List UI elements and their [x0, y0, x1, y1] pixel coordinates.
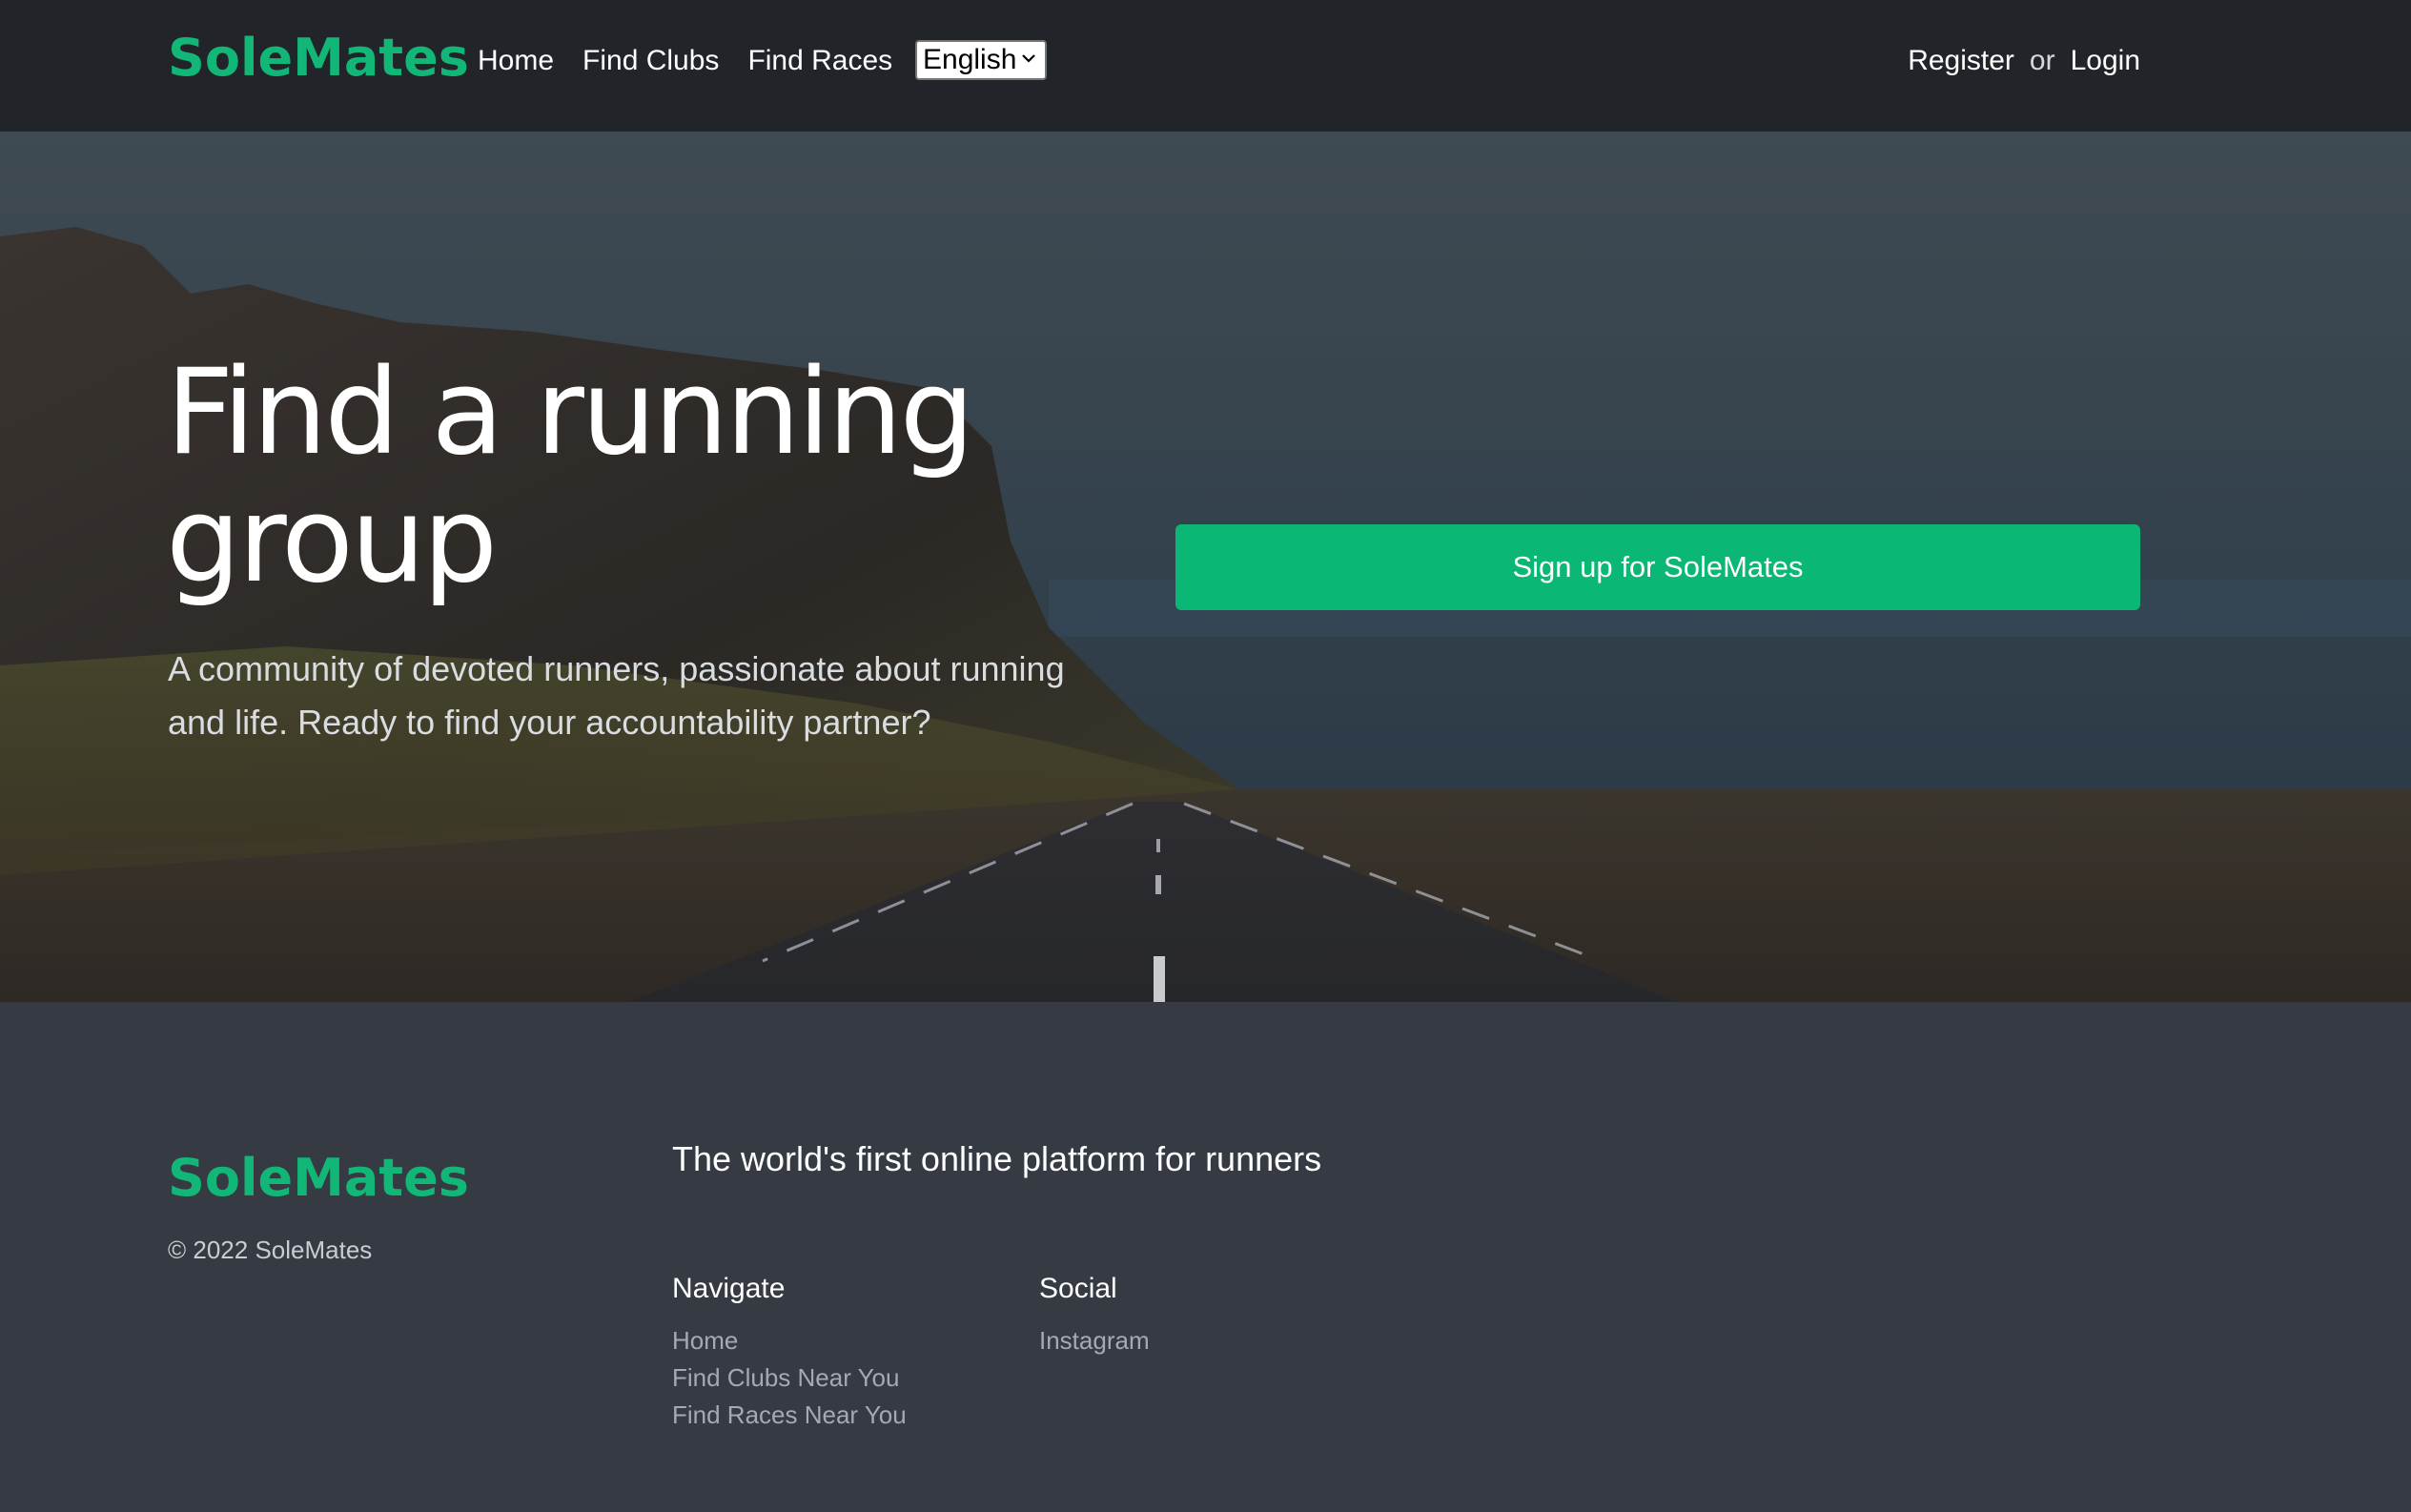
hero-subtitle: A community of devoted runners, passiona… — [168, 649, 1065, 742]
page-footer: SoleMates © 2022 SoleMates The world's f… — [0, 1002, 2411, 1512]
footer-social-column: Social Instagram — [1039, 1267, 1150, 1359]
nav-find-clubs-link[interactable]: Find Clubs — [582, 38, 719, 84]
nav-home-link[interactable]: Home — [478, 38, 554, 84]
nav-find-races-link[interactable]: Find Races — [747, 38, 892, 84]
footer-find-races-link[interactable]: Find Races Near You — [672, 1397, 907, 1434]
footer-brand-logo[interactable]: SoleMates — [168, 1147, 469, 1210]
main-nav: Home Find Clubs Find Races — [478, 38, 921, 84]
copyright-text: © 2022 SoleMates — [168, 1236, 373, 1264]
brand-logo[interactable]: SoleMates — [168, 27, 469, 90]
auth-separator: or — [2029, 45, 2055, 76]
footer-navigate-column: Navigate Home Find Clubs Near You Find R… — [672, 1267, 907, 1434]
footer-find-clubs-link[interactable]: Find Clubs Near You — [672, 1359, 907, 1397]
hero-section: Find a running group A community of devo… — [0, 132, 2411, 1002]
hero-title: Find a running group — [166, 344, 974, 609]
language-select-value: English — [923, 44, 1017, 75]
footer-navigate-heading: Navigate — [672, 1273, 786, 1304]
footer-instagram-link[interactable]: Instagram — [1039, 1322, 1150, 1359]
auth-links: Register or Login — [1908, 38, 2140, 84]
footer-social-heading: Social — [1039, 1273, 1117, 1304]
chevron-down-icon — [1022, 54, 1035, 63]
footer-home-link[interactable]: Home — [672, 1322, 907, 1359]
login-link[interactable]: Login — [2071, 38, 2140, 84]
top-navbar: SoleMates Home Find Clubs Find Races Eng… — [0, 0, 2411, 132]
footer-tagline: The world's first online platform for ru… — [672, 1139, 1322, 1178]
language-select[interactable]: English — [915, 40, 1047, 80]
register-link[interactable]: Register — [1908, 38, 2014, 84]
signup-button[interactable]: Sign up for SoleMates — [1175, 524, 2140, 610]
